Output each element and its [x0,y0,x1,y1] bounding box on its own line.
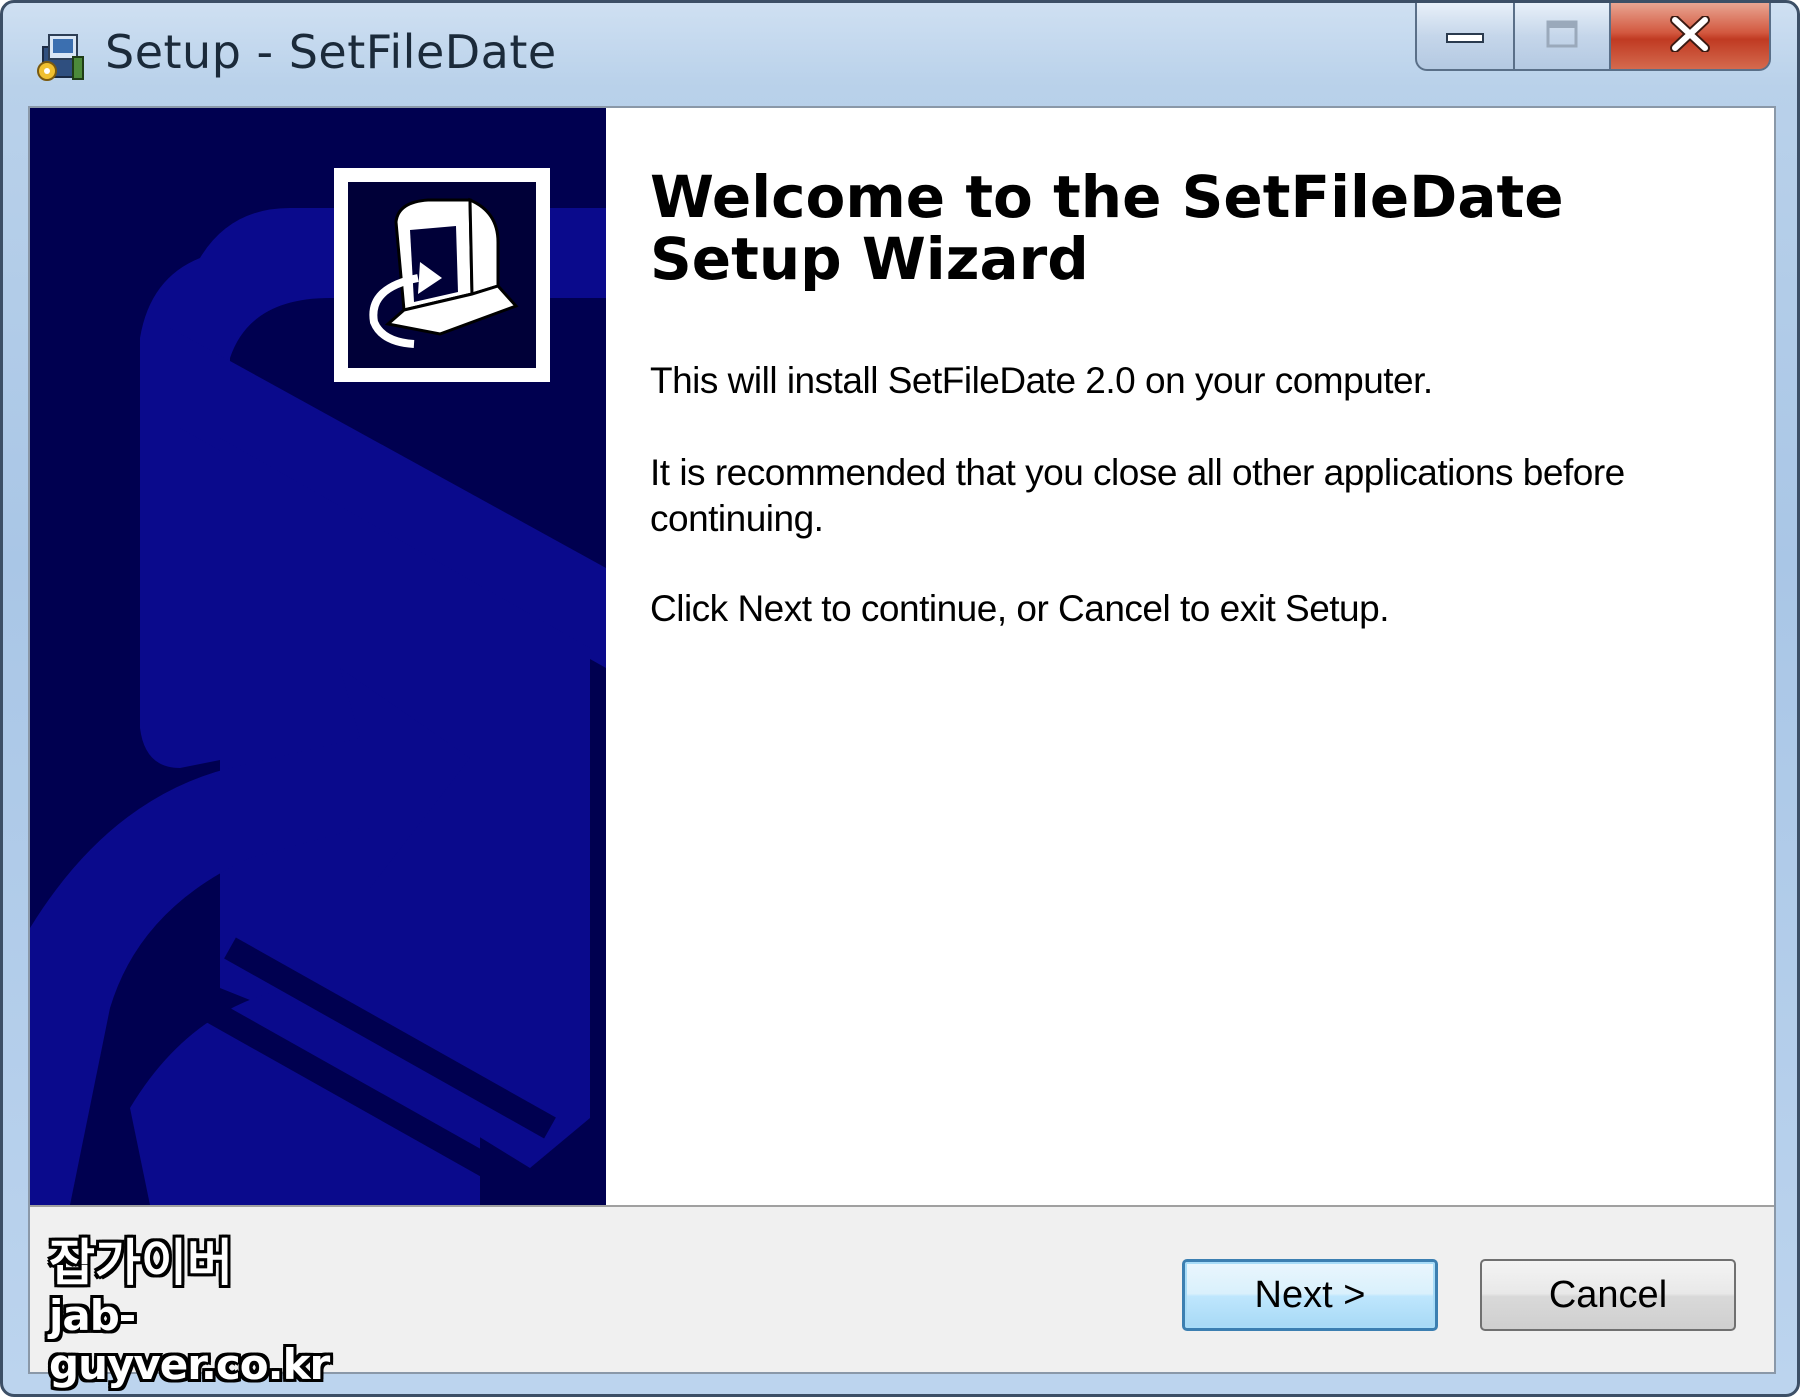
wizard-content: Welcome to the SetFileDate Setup Wizard … [606,108,1774,1205]
setup-window: Setup - SetFileDate Welcome to the SetFi… [0,0,1800,1397]
maximize-button[interactable] [1515,3,1611,71]
wizard-side-panel [30,108,606,1205]
setup-installer-icon[interactable] [33,27,89,85]
watermark-name: 잡가이버 [49,1234,233,1292]
continue-instructions: Click Next to continue, or Cancel to exi… [650,588,1389,629]
maximize-icon [1545,19,1579,54]
cancel-button[interactable]: Cancel [1480,1259,1736,1331]
welcome-heading: Welcome to the SetFileDate Setup Wizard [650,163,1564,293]
close-apps-recommendation: It is recommended that you close all oth… [650,452,1625,539]
title-bar[interactable]: Setup - SetFileDate [3,3,1797,103]
minimize-icon [1445,24,1485,49]
minimize-button[interactable] [1415,3,1515,71]
install-description: This will install SetFileDate 2.0 on you… [650,360,1433,401]
next-button[interactable]: Next > [1182,1259,1438,1331]
close-icon [1669,14,1711,57]
close-button[interactable] [1611,3,1771,71]
window-title: Setup - SetFileDate [105,25,557,79]
caption-buttons [1415,3,1775,71]
wizard-client-area: Welcome to the SetFileDate Setup Wizard … [28,106,1776,1374]
watermark-url: jab-guyver.co.kr [49,1291,330,1389]
watermark: 잡가이버 jab-guyver.co.kr [49,1223,409,1389]
setup-logo [334,168,550,382]
